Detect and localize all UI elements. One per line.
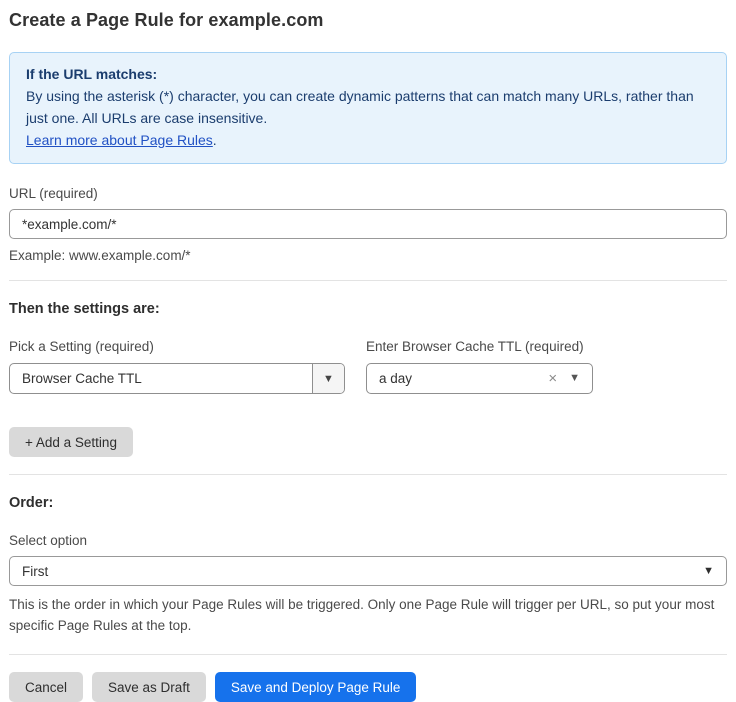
setting-picker-column: Pick a Setting (required) Browser Cache …	[9, 339, 345, 394]
divider	[9, 654, 727, 655]
setting-picker-select[interactable]: Browser Cache TTL ▼	[9, 363, 345, 394]
chevron-down-icon: ▼	[323, 373, 334, 385]
learn-more-link[interactable]: Learn more about Page Rules	[26, 132, 213, 148]
info-box-link-row: Learn more about Page Rules.	[26, 129, 710, 151]
cancel-button[interactable]: Cancel	[9, 672, 83, 702]
ttl-picker-value: a day	[367, 371, 548, 386]
order-select[interactable]: First ▼	[9, 556, 727, 586]
order-select-value: First	[22, 564, 48, 579]
chevron-down-icon: ▼	[703, 565, 714, 577]
setting-picker-caret-button[interactable]: ▼	[312, 364, 344, 393]
ttl-picker-icons: × ▼	[548, 371, 592, 386]
settings-row: Pick a Setting (required) Browser Cache …	[9, 339, 727, 394]
ttl-picker-label: Enter Browser Cache TTL (required)	[366, 339, 593, 354]
save-as-draft-button[interactable]: Save as Draft	[92, 672, 206, 702]
add-setting-button[interactable]: + Add a Setting	[9, 427, 133, 457]
setting-picker-label: Pick a Setting (required)	[9, 339, 345, 354]
divider	[9, 474, 727, 475]
settings-section-heading: Then the settings are:	[9, 301, 727, 317]
page-title: Create a Page Rule for example.com	[9, 10, 727, 31]
setting-picker-value: Browser Cache TTL	[10, 371, 312, 386]
footer-actions: Cancel Save as Draft Save and Deploy Pag…	[9, 672, 727, 702]
create-page-rule-panel: Create a Page Rule for example.com If th…	[0, 0, 736, 676]
ttl-picker-select[interactable]: a day × ▼	[366, 363, 593, 394]
url-example-helper: Example: www.example.com/*	[9, 246, 727, 265]
link-suffix: .	[213, 132, 217, 148]
url-input[interactable]	[9, 209, 727, 239]
info-box-heading: If the URL matches:	[26, 63, 710, 85]
url-match-info-box: If the URL matches: By using the asteris…	[9, 52, 727, 164]
order-helper-text: This is the order in which your Page Rul…	[9, 594, 727, 636]
order-section-heading: Order:	[9, 495, 727, 511]
url-field-label: URL (required)	[9, 186, 727, 201]
divider	[9, 280, 727, 281]
clear-icon[interactable]: ×	[548, 371, 557, 386]
order-select-label: Select option	[9, 533, 727, 548]
save-and-deploy-button[interactable]: Save and Deploy Page Rule	[215, 672, 417, 702]
info-box-body: By using the asterisk (*) character, you…	[26, 85, 710, 129]
ttl-picker-column: Enter Browser Cache TTL (required) a day…	[366, 339, 593, 394]
chevron-down-icon[interactable]: ▼	[569, 373, 580, 384]
